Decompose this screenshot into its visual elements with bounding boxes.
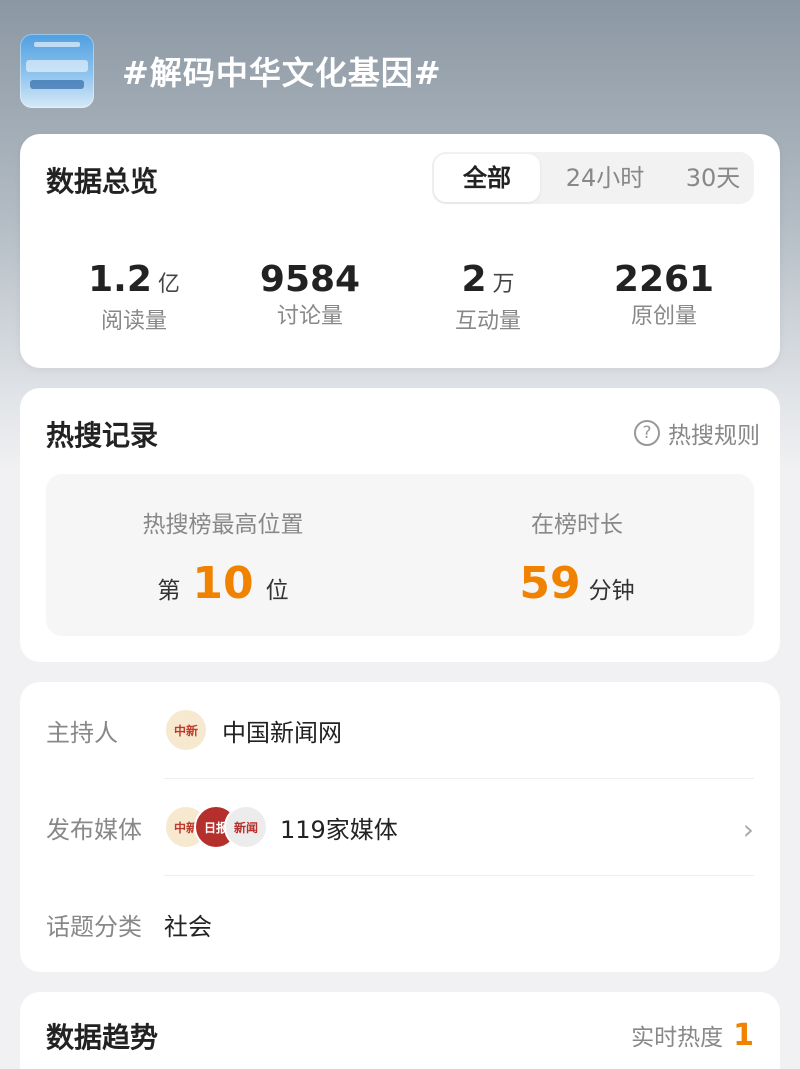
host-avatar: 中新 [164,708,208,752]
realtime-heat-value: 1 [733,1018,754,1053]
help-circle-icon: ? [634,420,660,446]
chevron-right-icon: › [742,813,754,846]
stat-reads-unit: 亿 [157,272,180,297]
stat-original: 2261 原创量 [574,258,754,332]
host-label: 主持人 [46,718,118,747]
category-label: 话题分类 [46,912,142,941]
host-name: 中国新闻网 [222,718,342,747]
stat-reads-value: 1.2 [88,259,152,300]
media-row[interactable]: 发布媒体 中新 日报 新闻 119家媒体 › [46,779,754,875]
topic-header: #解码中华文化基因# [20,34,442,108]
highest-position-suffix: 位 [265,578,289,604]
hot-search-rules-link[interactable]: ? 热搜规则 [634,416,760,450]
hot-search-stats-box: 热搜榜最高位置 第 10 位 在榜时长 59 分钟 [46,474,754,636]
category-row: 话题分类 社会 [46,876,754,972]
stat-discussions-label: 讨论量 [276,304,343,329]
stat-reads: 1.2 亿 阅读量 [44,258,224,337]
overview-title: 数据总览 [46,165,159,198]
realtime-heat-label: 实时热度 [631,1025,724,1051]
tab-24h[interactable]: 24小时 [552,152,658,204]
time-on-list-value: 59 [519,558,581,609]
category-value: 社会 [164,912,212,941]
stat-original-value: 2261 [613,259,715,300]
data-trend-title: 数据趋势 [46,1021,159,1054]
realtime-heat: 实时热度 1 [631,1018,754,1053]
media-avatar-stack: 中新 日报 新闻 [164,805,268,849]
highest-position: 热搜榜最高位置 第 10 位 [46,474,400,609]
tab-30d[interactable]: 30天 [660,152,766,204]
stat-discussions-value: 9584 [259,259,361,300]
time-on-list-label: 在榜时长 [531,512,623,538]
media-label: 发布媒体 [46,815,142,844]
time-range-tabs: 全部 24小时 30天 [432,152,754,204]
topic-info-card: 主持人 中新 中国新闻网 发布媒体 中新 日报 新闻 119家媒体 › 话题分类… [20,682,780,972]
highest-position-prefix: 第 [157,578,181,604]
stat-original-label: 原创量 [630,304,697,329]
hot-search-card: 热搜记录 ? 热搜规则 热搜榜最高位置 第 10 位 在榜时长 59 分钟 [20,388,780,662]
time-on-list: 在榜时长 59 分钟 [400,474,754,609]
stat-interactions-label: 互动量 [454,309,521,334]
hot-search-rules-label: 热搜规则 [668,423,760,449]
data-trend-card: 数据趋势 实时热度 1 [20,992,780,1069]
media-avatar: 新闻 [224,805,268,849]
media-count: 119家媒体 [280,815,398,844]
stat-interactions-value: 2 [461,259,487,300]
stat-interactions: 2万 互动量 [398,258,578,337]
overview-card: 数据总览 全部 24小时 30天 1.2 亿 阅读量 9584 讨论量 2万 互动… [20,134,780,368]
stat-discussions: 9584 讨论量 [220,258,400,332]
host-row[interactable]: 主持人 中新 中国新闻网 [46,682,754,778]
stat-reads-label: 阅读量 [100,309,167,334]
topic-title: #解码中华文化基因# [122,54,442,92]
tab-all[interactable]: 全部 [434,154,540,202]
highest-position-value: 10 [192,558,254,609]
highest-position-label: 热搜榜最高位置 [142,512,304,538]
hot-search-title: 热搜记录 [46,419,159,452]
time-on-list-unit: 分钟 [588,578,635,604]
topic-thumbnail[interactable] [20,34,94,108]
stat-interactions-unit: 万 [492,272,515,297]
